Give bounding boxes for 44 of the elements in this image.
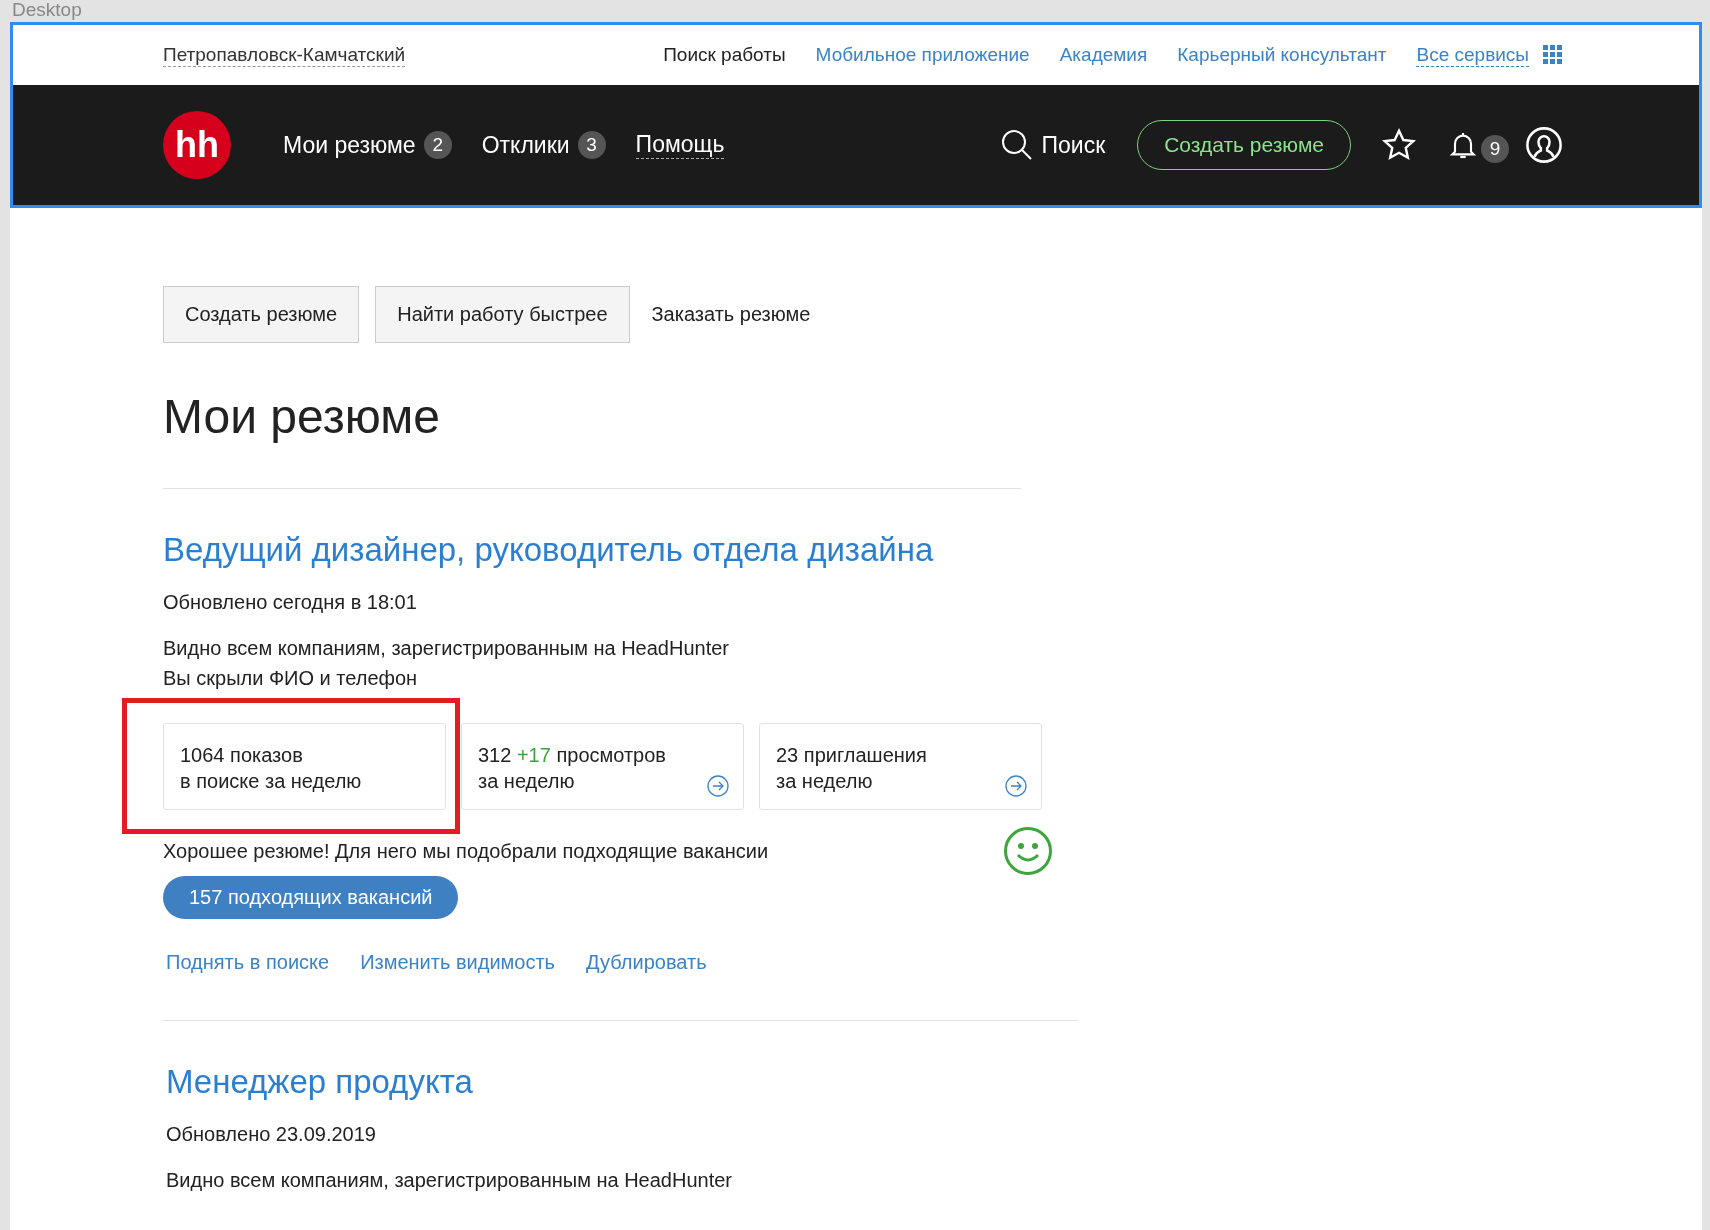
top-nav-link[interactable]: Академия bbox=[1059, 44, 1148, 66]
nav-link[interactable]: Помощь bbox=[635, 131, 725, 159]
hidden-info-text: Вы скрыли ФИО и телефон bbox=[163, 666, 419, 691]
stat-card[interactable]: 23 приглашения за неделю bbox=[759, 723, 1042, 810]
stat-card[interactable]: 312 +17 просмотров за неделю bbox=[461, 723, 744, 810]
top-nav-link[interactable]: Поиск работы bbox=[663, 44, 786, 66]
user-icon[interactable] bbox=[1525, 126, 1563, 164]
arrow-circle-icon[interactable] bbox=[707, 775, 729, 797]
resume-action-link[interactable]: Поднять в поиске bbox=[166, 951, 330, 974]
resume-title-link[interactable]: Ведущий дизайнер, руководитель отдела дизайна bbox=[163, 531, 1702, 569]
stat-count-text: 1064 показов bbox=[180, 743, 304, 768]
nav-link[interactable]: Мои резюме 2 bbox=[283, 131, 452, 159]
search-link[interactable]: Поиск bbox=[1001, 129, 1106, 161]
resume-action-link[interactable]: Изменить видимость bbox=[360, 951, 556, 974]
action-button[interactable]: Найти работу быстрее bbox=[375, 286, 630, 343]
stat-count-text: 23 приглашения bbox=[776, 743, 928, 768]
notification-badge: 9 bbox=[1481, 135, 1509, 163]
matching-vacancies-button[interactable]: 157 подходящих вакансий bbox=[163, 876, 459, 919]
city-link[interactable]: Петропавловск-Камчатский bbox=[163, 43, 406, 67]
grid-icon[interactable] bbox=[1543, 45, 1563, 65]
create-resume-button[interactable]: Создать резюме bbox=[1137, 120, 1351, 170]
action-button[interactable]: Создать резюме bbox=[163, 286, 360, 343]
stat-period-text: в поиске за неделю bbox=[180, 769, 363, 794]
nav-link[interactable]: Отклики 3 bbox=[481, 131, 606, 159]
visibility-text: Видно всем компаниям, зарегистрированным на HeadHunter bbox=[165, 1168, 733, 1193]
stat-period-text: за неделю bbox=[478, 769, 576, 794]
arrow-circle-icon[interactable] bbox=[1005, 775, 1027, 797]
resume-title-link[interactable]: Менеджер продукта bbox=[166, 1063, 1702, 1101]
search-icon[interactable] bbox=[1001, 129, 1034, 161]
top-nav-link[interactable]: Мобильное приложение bbox=[815, 44, 1030, 66]
frame-label: Desktop bbox=[11, 0, 83, 22]
visibility-text: Видно всем компаниям, зарегистрированным на HeadHunter bbox=[163, 636, 730, 661]
all-services-link[interactable]: Все сервисы bbox=[1416, 43, 1529, 67]
logo[interactable]: hh bbox=[163, 111, 231, 179]
smiley-icon bbox=[1003, 826, 1053, 876]
stat-period-text: за неделю bbox=[776, 769, 874, 794]
top-nav-link[interactable]: Карьерный консультант bbox=[1177, 44, 1387, 66]
feedback-text: Хорошее резюме! Для него мы подобрали подходящие вакансии bbox=[163, 839, 769, 864]
action-link[interactable]: Заказать резюме bbox=[651, 303, 811, 326]
updated-text: Обновлено сегодня в 18:01 bbox=[163, 590, 418, 615]
stat-count-text: 312 +17 просмотров bbox=[478, 743, 667, 768]
page-title: Мои резюме bbox=[163, 389, 441, 444]
resume-action-link[interactable]: Дублировать bbox=[586, 951, 707, 974]
updated-text: Обновлено 23.09.2019 bbox=[165, 1122, 377, 1147]
